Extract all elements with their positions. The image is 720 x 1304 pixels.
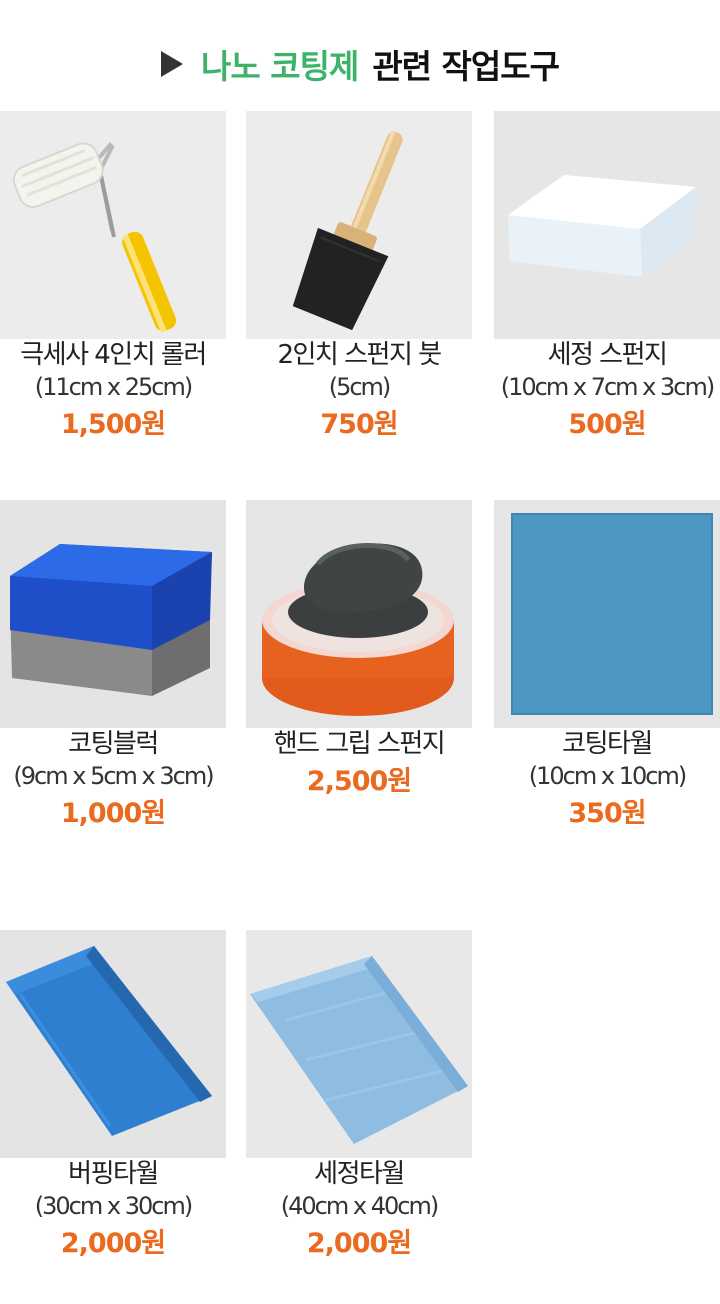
product-price: 750원 <box>320 409 398 440</box>
product-size: (5cm) <box>328 373 392 401</box>
product-name: 세정타월 <box>314 1159 405 1189</box>
product-name: 코팅타월 <box>562 729 653 759</box>
product-size: (9cm x 5cm x 3cm) <box>13 762 214 790</box>
blue-square-towel-image <box>494 500 720 728</box>
product-price: 1,000원 <box>60 798 166 829</box>
product-price: 2,000원 <box>306 1228 412 1259</box>
product-name: 핸드 그립 스펀지 <box>273 729 446 759</box>
paint-roller-image <box>0 111 226 339</box>
product-size: (11cm x 25cm) <box>34 373 193 401</box>
product-price: 2,500원 <box>306 766 412 797</box>
product-name: 버핑타월 <box>68 1159 159 1189</box>
section-title: 나노 코팅제 관련 작업도구 <box>0 34 720 94</box>
product-size: (40cm x 40cm) <box>280 1192 439 1220</box>
foam-brush-image <box>246 111 472 339</box>
product-size: (10cm x 10cm) <box>528 762 687 790</box>
product-name: 코팅블럭 <box>68 729 159 759</box>
product-price: 2,000원 <box>60 1228 166 1259</box>
title-rest: 관련 작업도구 <box>372 47 560 86</box>
play-arrow-icon <box>161 51 184 77</box>
product-size: (30cm x 30cm) <box>34 1192 193 1220</box>
product-price: 1,500원 <box>60 409 166 440</box>
product-name: 2인치 스펀지 붓 <box>277 340 442 370</box>
blue-buffing-towel-image <box>0 930 226 1158</box>
product-name: 세정 스펀지 <box>547 340 668 370</box>
title-highlight: 나노 코팅제 <box>201 47 359 86</box>
blue-block-image <box>0 500 226 728</box>
white-sponge-image <box>494 111 720 339</box>
grip-pad-image <box>246 500 472 728</box>
product-name: 극세사 4인치 롤러 <box>20 340 207 370</box>
product-price: 350원 <box>568 798 646 829</box>
light-blue-towel-image <box>246 930 472 1158</box>
product-size: (10cm x 7cm x 3cm) <box>500 373 715 401</box>
product-price: 500원 <box>568 409 646 440</box>
